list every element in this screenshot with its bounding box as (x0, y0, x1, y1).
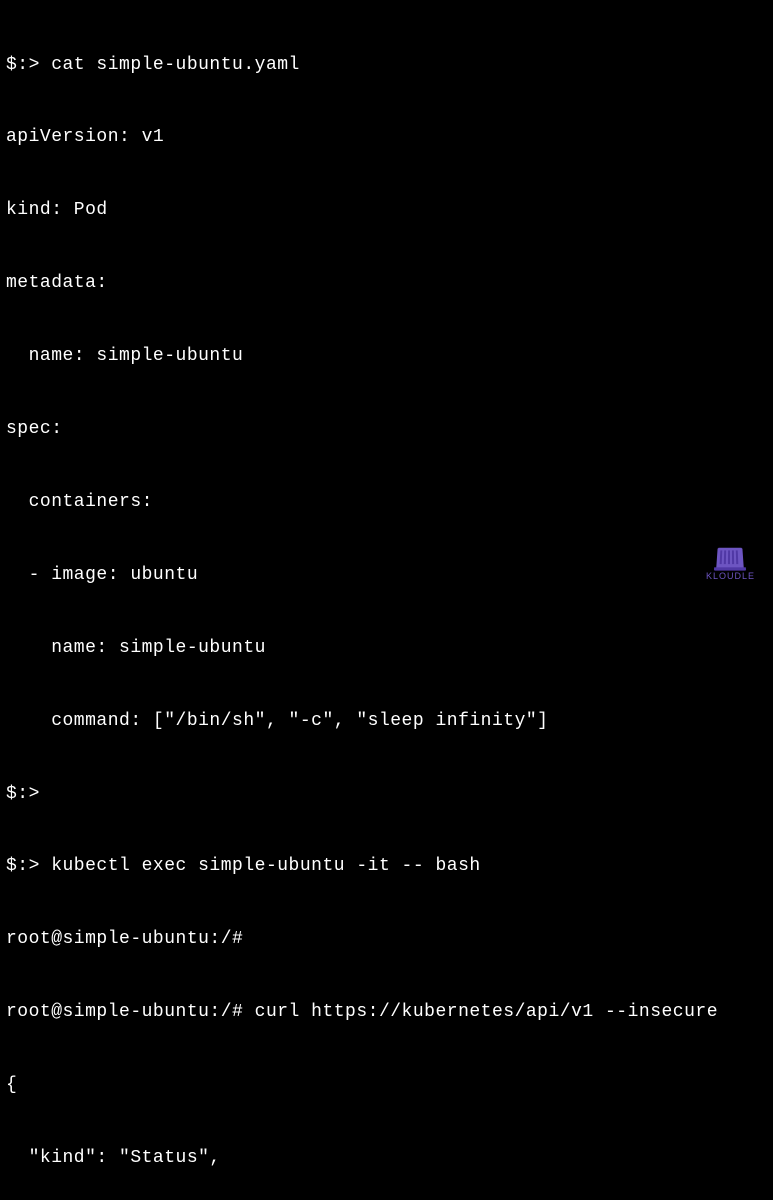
watermark: KLOUDLE (706, 547, 755, 582)
terminal-line: - image: ubuntu (6, 563, 767, 587)
terminal-line: containers: (6, 490, 767, 514)
terminal-line: $:> (6, 782, 767, 806)
terminal-line: metadata: (6, 271, 767, 295)
terminal-line: name: simple-ubuntu (6, 636, 767, 660)
terminal-line: "kind": "Status", (6, 1146, 767, 1170)
terminal-line: $:> cat simple-ubuntu.yaml (6, 53, 767, 77)
terminal-line: kind: Pod (6, 198, 767, 222)
terminal-line: { (6, 1073, 767, 1097)
terminal-line: root@simple-ubuntu:/# curl https://kuber… (6, 1000, 767, 1024)
terminal-line: command: ["/bin/sh", "-c", "sleep infini… (6, 709, 767, 733)
terminal-line: spec: (6, 417, 767, 441)
watermark-label: KLOUDLE (706, 570, 755, 582)
terminal-line: name: simple-ubuntu (6, 344, 767, 368)
terminal-output: $:> cat simple-ubuntu.yaml apiVersion: v… (6, 4, 767, 1200)
kloudle-logo-icon (717, 548, 744, 568)
terminal-line: root@simple-ubuntu:/# (6, 927, 767, 951)
terminal-line: $:> kubectl exec simple-ubuntu -it -- ba… (6, 854, 767, 878)
terminal-line: apiVersion: v1 (6, 125, 767, 149)
